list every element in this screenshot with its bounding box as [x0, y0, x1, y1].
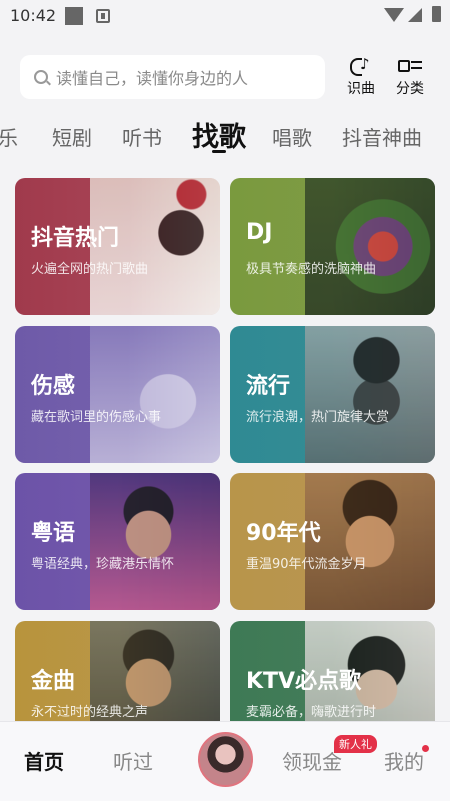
card-title: 伤感	[31, 374, 76, 399]
card-cover-image	[90, 326, 220, 463]
category-card-sad[interactable]: 伤感 藏在歌词里的伤感心事	[15, 326, 220, 463]
card-cover-image	[90, 473, 220, 610]
card-subtitle: 永不过时的经典之声	[31, 705, 149, 720]
tab-bar: 乐 短剧 听书 找歌 唱歌 抖音神曲	[0, 110, 450, 160]
status-bar: 10:42	[0, 0, 450, 32]
wifi-icon	[384, 8, 404, 22]
card-subtitle: 重温90年代流金岁月	[246, 557, 367, 572]
nav-home[interactable]: 首页	[24, 746, 64, 775]
nav-cash-rewards[interactable]: 领现金	[282, 746, 342, 775]
category-card-dj[interactable]: DJ 极具节奏感的洗脑神曲	[230, 178, 435, 315]
tab-music[interactable]: 乐	[0, 122, 18, 151]
card-title: 流行	[246, 374, 291, 399]
card-title: 金曲	[31, 669, 76, 694]
search-input[interactable]: 读懂自己，读懂你身边的人	[20, 55, 325, 99]
tab-short-drama[interactable]: 短剧	[52, 122, 92, 151]
tab-audiobook[interactable]: 听书	[122, 122, 162, 151]
card-subtitle: 流行浪潮，热门旋律大赏	[246, 410, 390, 425]
new-user-gift-badge: 新人礼	[334, 735, 377, 753]
notification-icon	[65, 7, 83, 25]
category-card-douyin-hot[interactable]: 抖音热门 火遍全网的热门歌曲	[15, 178, 220, 315]
tab-karaoke[interactable]: 唱歌	[272, 122, 312, 151]
bottom-navigation: 首页 听过 领现金 新人礼 我的	[0, 721, 450, 801]
identify-song-label: 识曲	[347, 81, 375, 97]
battery-icon	[432, 6, 441, 22]
card-title: KTV必点歌	[246, 669, 362, 694]
tab-douyin-hits[interactable]: 抖音神曲	[342, 122, 422, 151]
card-subtitle: 极具节奏感的洗脑神曲	[246, 262, 377, 277]
category-label: 分类	[396, 81, 424, 97]
music-recognition-icon	[348, 55, 374, 76]
signal-icon	[408, 8, 422, 22]
card-title: 抖音热门	[31, 226, 120, 251]
card-subtitle: 藏在歌词里的伤感心事	[31, 410, 162, 425]
search-icon	[34, 70, 48, 84]
card-title: 粤语	[31, 521, 76, 546]
category-card-cantonese[interactable]: 粤语 粤语经典，珍藏港乐情怀	[15, 473, 220, 610]
status-time: 10:42	[10, 6, 57, 25]
card-subtitle: 麦霸必备，嗨歌进行时	[246, 705, 377, 720]
tab-find-song[interactable]: 找歌	[192, 115, 246, 154]
card-subtitle: 火遍全网的热门歌曲	[31, 262, 149, 277]
category-card-pop[interactable]: 流行 流行浪潮，热门旋律大赏	[230, 326, 435, 463]
card-title: 90年代	[246, 521, 321, 546]
card-cover-image	[305, 473, 435, 610]
category-list-icon	[397, 58, 423, 74]
category-button[interactable]: 分类	[388, 58, 432, 98]
keyboard-icon	[96, 9, 110, 23]
category-card-90s[interactable]: 90年代 重温90年代流金岁月	[230, 473, 435, 610]
card-cover-image	[305, 326, 435, 463]
nav-me[interactable]: 我的	[384, 746, 424, 775]
now-playing-avatar[interactable]	[198, 732, 253, 787]
notification-dot	[422, 745, 429, 752]
card-title: DJ	[246, 220, 273, 245]
nav-history[interactable]: 听过	[113, 746, 153, 775]
card-subtitle: 粤语经典，珍藏港乐情怀	[31, 557, 175, 572]
identify-song-button[interactable]: 识曲	[339, 55, 383, 98]
active-tab-indicator	[212, 150, 226, 153]
search-placeholder: 读懂自己，读懂你身边的人	[56, 69, 249, 88]
card-cover-image	[305, 178, 435, 315]
